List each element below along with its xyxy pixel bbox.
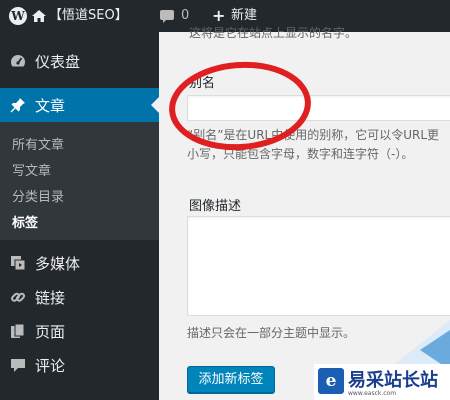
menu-item-posts[interactable]: 文章 xyxy=(0,88,159,122)
description-label: 图像描述 xyxy=(189,199,242,214)
current-menu-arrow xyxy=(151,97,159,113)
menu-item-pages[interactable]: 页面 xyxy=(0,314,159,348)
watermark-name: 易采站长站 xyxy=(348,370,438,391)
page-icon xyxy=(11,323,25,338)
slug-description-line1: “别名”是在URL中使用的别称，它可以令URL更 xyxy=(187,128,440,142)
slug-description-line2: 小写，只能包含字母，数字和连字符（-）。 xyxy=(187,147,414,161)
menu-item-comments[interactable]: 评论 xyxy=(0,348,159,382)
watermark-url: www.easck.com xyxy=(348,390,397,397)
comment-bubble-icon xyxy=(160,10,174,23)
add-new-tag-button[interactable]: 添加新标签 xyxy=(187,366,275,393)
comment-icon xyxy=(11,359,25,372)
posts-submenu: 所有文章 写文章 分类目录 标签 xyxy=(0,122,159,240)
name-field-description: 这将是它在站点上显示的名字。 xyxy=(189,26,358,40)
menu-item-links[interactable]: 链接 xyxy=(0,280,159,314)
submenu-item-all-posts[interactable]: 所有文章 xyxy=(12,134,64,153)
add-tag-form: 这将是它在站点上显示的名字。 别名 “别名”是在URL中使用的别称，它可以令UR… xyxy=(159,26,450,400)
link-icon xyxy=(11,292,26,302)
menu-label: 文章 xyxy=(35,97,66,115)
menu-item-media[interactable]: 多媒体 xyxy=(0,246,159,280)
watermark-logo: e 易采站长站 www.easck.com xyxy=(314,364,450,400)
wordpress-icon: W xyxy=(9,7,27,25)
menu-label: 多媒体 xyxy=(35,255,81,273)
submenu-item-tags[interactable]: 标签 xyxy=(12,212,38,231)
menu-item-dashboard[interactable]: 仪表盘 xyxy=(0,44,159,78)
watermark-e-icon: e xyxy=(318,368,344,394)
description-textarea[interactable] xyxy=(187,216,450,316)
site-name: 【悟道SEO】 xyxy=(49,8,128,23)
home-icon xyxy=(32,10,46,22)
menu-label: 链接 xyxy=(35,289,66,307)
dashboard-icon xyxy=(10,55,26,67)
media-icon xyxy=(11,256,26,271)
menu-label: 仪表盘 xyxy=(35,53,81,71)
submenu-item-categories[interactable]: 分类目录 xyxy=(12,186,64,205)
submenu-item-new-post[interactable]: 写文章 xyxy=(12,160,51,179)
admin-sidebar: 仪表盘 文章 所有文章 写文章 分类目录 标签 多媒体 链接 页面 评论 xyxy=(0,32,159,400)
site-home-link[interactable]: 【悟道SEO】 xyxy=(32,0,156,32)
menu-label: 页面 xyxy=(35,323,66,341)
description-help: 描述只会在一部分主题中显示。 xyxy=(187,326,356,340)
slug-input[interactable] xyxy=(187,95,450,121)
slug-label: 别名 xyxy=(189,76,216,91)
pin-icon xyxy=(10,98,25,113)
wordpress-logo-button[interactable]: W xyxy=(4,0,32,32)
menu-label: 评论 xyxy=(35,357,66,375)
